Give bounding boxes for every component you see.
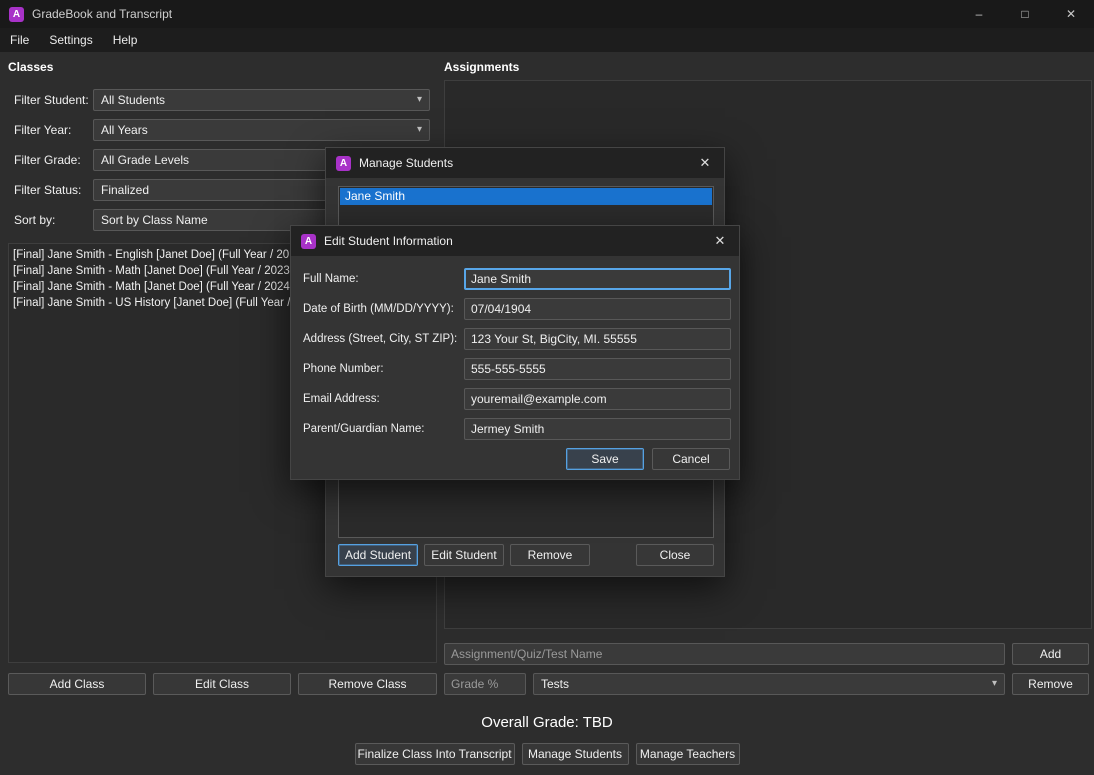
remove-student-button[interactable]: Remove — [510, 544, 590, 566]
grade-percent-input[interactable] — [444, 673, 526, 695]
email-address-label: Email Address: — [303, 393, 380, 405]
edit-student-dialog: A Edit Student Information ✕ Full Name: … — [290, 225, 740, 480]
address-input[interactable] — [464, 328, 731, 350]
menu-file[interactable]: File — [0, 28, 39, 52]
app-icon: A — [9, 6, 24, 22]
titlebar: A GradeBook and Transcript – □ ✕ — [0, 0, 1094, 28]
assignment-type-select[interactable]: Tests ▾ — [533, 673, 1005, 695]
guardian-name-input[interactable] — [464, 418, 731, 440]
edit-student-button[interactable]: Edit Student — [424, 544, 504, 566]
remove-assignment-button[interactable]: Remove — [1012, 673, 1089, 695]
add-assignment-button[interactable]: Add — [1012, 643, 1089, 665]
classes-panel-title: Classes — [8, 60, 54, 74]
email-address-input[interactable] — [464, 388, 731, 410]
phone-number-input[interactable] — [464, 358, 731, 380]
close-dialog-button[interactable]: Close — [636, 544, 714, 566]
cancel-button[interactable]: Cancel — [652, 448, 730, 470]
filter-status-value: Finalized — [101, 183, 150, 197]
filter-year-value: All Years — [101, 123, 148, 137]
date-of-birth-label: Date of Birth (MM/DD/YYYY): — [303, 303, 454, 315]
student-row-selected[interactable]: Jane Smith — [340, 188, 712, 205]
add-class-button[interactable]: Add Class — [8, 673, 146, 695]
filter-grade-value: All Grade Levels — [101, 153, 190, 167]
edit-student-dialog-title: Edit Student Information — [324, 234, 453, 248]
close-icon[interactable]: ✕ — [701, 226, 739, 256]
manage-students-dialog-title: Manage Students — [359, 156, 454, 170]
add-student-button[interactable]: Add Student — [338, 544, 418, 566]
chevron-down-icon: ▾ — [991, 678, 997, 689]
remove-class-button[interactable]: Remove Class — [298, 673, 437, 695]
app-icon: A — [301, 233, 316, 249]
filter-student-value: All Students — [101, 93, 166, 107]
app-icon: A — [336, 155, 351, 171]
minimize-button[interactable]: – — [956, 0, 1002, 28]
sort-by-label: Sort by: — [14, 213, 56, 227]
menu-help[interactable]: Help — [103, 28, 148, 52]
assignments-panel-title: Assignments — [444, 60, 520, 74]
filter-year-select[interactable]: All Years ▾ — [93, 119, 430, 141]
edit-student-dialog-titlebar: A Edit Student Information ✕ — [291, 226, 739, 256]
full-name-input[interactable] — [464, 268, 731, 290]
menu-settings[interactable]: Settings — [39, 28, 102, 52]
manage-students-button[interactable]: Manage Students — [521, 743, 629, 765]
maximize-button[interactable]: □ — [1002, 0, 1048, 28]
chevron-down-icon: ▾ — [416, 94, 422, 105]
full-name-label: Full Name: — [303, 273, 359, 285]
close-icon[interactable]: ✕ — [686, 148, 724, 178]
window-title: GradeBook and Transcript — [32, 7, 173, 21]
finalize-transcript-button[interactable]: Finalize Class Into Transcript — [354, 743, 515, 765]
assignment-type-value: Tests — [541, 677, 570, 691]
filter-status-label: Filter Status: — [14, 183, 82, 197]
app-window: A GradeBook and Transcript – □ ✕ File Se… — [0, 0, 1094, 775]
manage-students-dialog-titlebar: A Manage Students ✕ — [326, 148, 724, 178]
close-button[interactable]: ✕ — [1048, 0, 1094, 28]
overall-grade-text: Overall Grade: TBD — [481, 714, 613, 731]
sort-by-value: Sort by Class Name — [101, 213, 208, 227]
filter-student-select[interactable]: All Students ▾ — [93, 89, 430, 111]
edit-class-button[interactable]: Edit Class — [153, 673, 291, 695]
footer-buttons: Finalize Class Into Transcript Manage St… — [0, 743, 1094, 765]
manage-teachers-button[interactable]: Manage Teachers — [635, 743, 740, 765]
date-of-birth-input[interactable] — [464, 298, 731, 320]
window-controls: – □ ✕ — [956, 0, 1094, 28]
filter-year-label: Filter Year: — [14, 123, 72, 137]
phone-number-label: Phone Number: — [303, 363, 384, 375]
chevron-down-icon: ▾ — [416, 124, 422, 135]
assignment-name-input[interactable] — [444, 643, 1005, 665]
filter-grade-label: Filter Grade: — [14, 153, 81, 167]
guardian-name-label: Parent/Guardian Name: — [303, 423, 425, 435]
filter-student-label: Filter Student: — [14, 93, 89, 107]
menubar: File Settings Help — [0, 28, 1094, 52]
address-label: Address (Street, City, ST ZIP): — [303, 333, 458, 345]
save-button[interactable]: Save — [566, 448, 644, 470]
